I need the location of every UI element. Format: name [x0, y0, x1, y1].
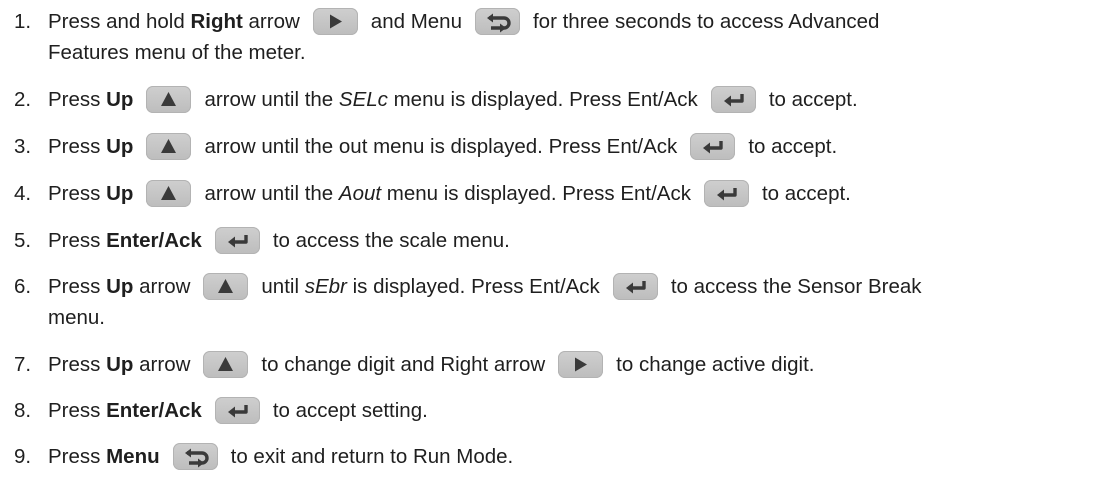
step-text-run: to access the scale menu.: [272, 229, 510, 252]
step-text-continuation: menu.: [48, 305, 105, 329]
up-arrow-key-icon: [203, 351, 249, 378]
step-text-run: Press and hold: [48, 10, 191, 33]
step-text-run: arrow until the: [204, 182, 339, 205]
step-number: 7.: [14, 353, 32, 376]
menu-key-icon: [474, 8, 520, 35]
up-arrow-key-icon: [146, 180, 192, 207]
key-name: Up: [106, 182, 134, 205]
step-number: 8.: [14, 399, 32, 422]
key-name: Menu: [106, 445, 160, 468]
step-text-run: Press: [48, 445, 107, 468]
step-text-run: arrow until the: [204, 88, 339, 111]
step-text: Press Up arrow until the SELc menu is dis…: [48, 84, 1078, 115]
step-text: Press Enter/Ack to accept setting.: [48, 395, 1078, 426]
menu-name: sEbr: [304, 275, 347, 298]
step-text-run: arrow: [133, 353, 191, 376]
step-text: Press Up arrow until sEbr is displayed. P…: [48, 271, 1078, 332]
key-name: Up: [106, 353, 134, 376]
step-text-run: menu is displayed. Press Ent/Ack: [381, 182, 691, 205]
key-name: Up: [106, 275, 134, 298]
step-text: Press Up arrow to change digit and Right …: [48, 349, 1078, 380]
enter-ack-key-icon: [612, 273, 658, 300]
enter-ack-key-icon: [214, 227, 260, 254]
step-text-run: to accept.: [761, 182, 851, 205]
step-text-run: arrow: [133, 275, 191, 298]
step-number: 1.: [14, 10, 32, 33]
step-text-run: to change active digit.: [616, 353, 815, 376]
step-number: 3.: [14, 135, 32, 158]
step-text-run: Press: [48, 182, 107, 205]
menu-key-icon: [172, 443, 218, 470]
step-text-run: Press: [48, 275, 107, 298]
step-text: Press Menu to exit and return to Run Mode…: [48, 441, 1078, 472]
step-number: 4.: [14, 182, 32, 205]
right-arrow-key-icon: [558, 351, 604, 378]
key-name: Enter/Ack: [106, 229, 202, 252]
key-name: Up: [106, 135, 134, 158]
step-text-run: is displayed. Press Ent/Ack: [346, 275, 600, 298]
step-text: Press Enter/Ack to access the scale menu.: [48, 225, 1078, 256]
step-text-run: Press: [48, 399, 107, 422]
key-name: Up: [106, 88, 134, 111]
up-arrow-key-icon: [203, 273, 249, 300]
step-text-run: until: [261, 275, 305, 298]
step-text: Press Up arrow until the out menu is disp…: [48, 131, 1078, 162]
step-number: 5.: [14, 229, 32, 252]
step-text-run: to accept.: [748, 135, 838, 158]
enter-ack-key-icon: [710, 86, 756, 113]
step-text-run: menu is displayed. Press Ent/Ack: [387, 88, 698, 111]
up-arrow-key-icon: [146, 133, 192, 160]
step-text-run: to accept.: [768, 88, 858, 111]
enter-ack-key-icon: [214, 397, 260, 424]
menu-name: Aout: [338, 182, 382, 205]
step-text-continuation: Features menu of the meter.: [48, 40, 306, 64]
enter-ack-key-icon: [703, 180, 749, 207]
step-number: 9.: [14, 445, 32, 468]
step-text-run: Press: [48, 88, 107, 111]
enter-ack-key-icon: [690, 133, 736, 160]
step-text-run: Press: [48, 229, 107, 252]
step-text-run: to change digit and Right arrow: [261, 353, 546, 376]
key-name: Enter/Ack: [106, 399, 202, 422]
step-text: Press and hold Right arrow and Menu for th…: [48, 6, 1078, 67]
step-text-run: for three seconds to access Advanced: [532, 10, 880, 33]
step-text: Press Up arrow until the Aout menu is dis…: [48, 178, 1078, 209]
step-text-run: and Menu: [370, 10, 462, 33]
step-number: 2.: [14, 88, 32, 111]
step-text-run: arrow until the out menu is displayed. P…: [204, 135, 678, 158]
step-text-run: arrow: [242, 10, 300, 33]
up-arrow-key-icon: [146, 86, 192, 113]
step-text-run: Press: [48, 353, 107, 376]
menu-name: SELc: [338, 88, 388, 111]
step-number: 6.: [14, 275, 32, 298]
step-text-run: to access the Sensor Break: [670, 275, 922, 298]
key-name: Right: [190, 10, 243, 33]
step-text-run: to accept setting.: [272, 399, 428, 422]
step-text-run: to exit and return to Run Mode.: [230, 445, 514, 468]
right-arrow-key-icon: [312, 8, 358, 35]
step-text-run: Press: [48, 135, 107, 158]
